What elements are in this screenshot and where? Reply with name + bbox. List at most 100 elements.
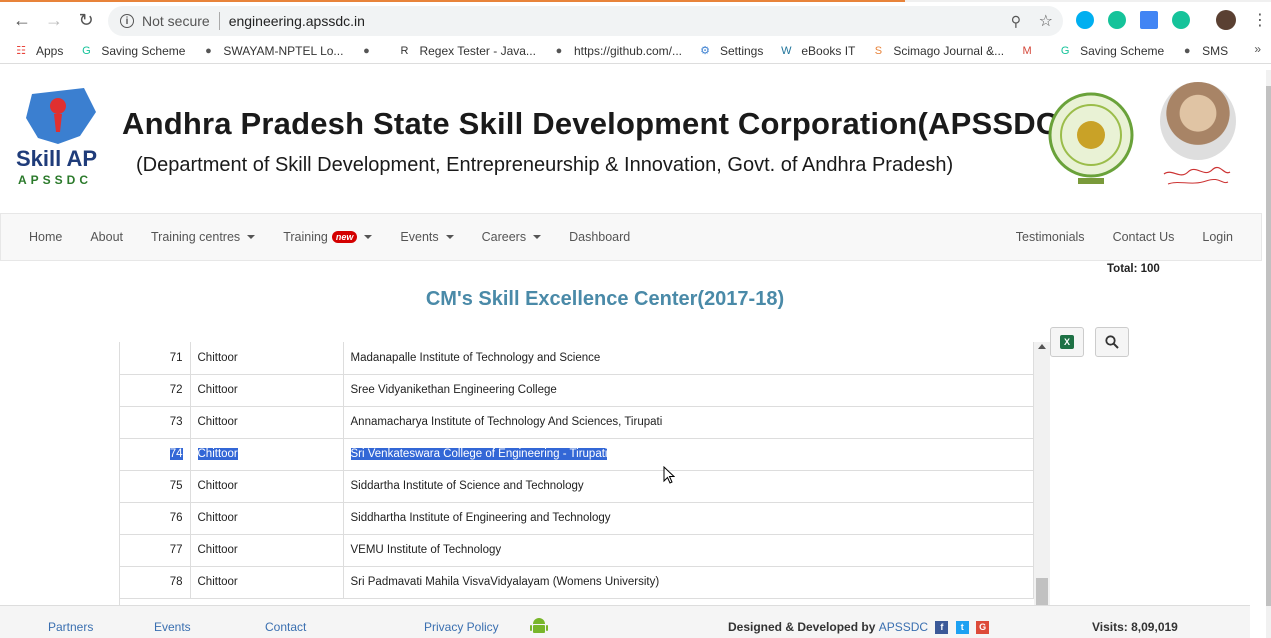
- browser-menu-icon[interactable]: ⋮: [1252, 10, 1268, 30]
- table-row[interactable]: 72 Chittoor Sree Vidyanikethan Engineering…: [120, 374, 1034, 407]
- cell-sno: 71: [120, 342, 191, 375]
- table-row[interactable]: 78 Chittoor Sri Padmavati Mahila VisvaVidy…: [120, 566, 1034, 599]
- nav-item-label: Home: [29, 230, 63, 244]
- url-text[interactable]: engineering.apssdc.in: [229, 13, 365, 29]
- nav-item-label: About: [90, 230, 124, 244]
- search-icon: [1105, 335, 1119, 349]
- google-plus-icon[interactable]: G: [976, 621, 990, 635]
- table-row[interactable]: 75 Chittoor Siddartha Institute of Science…: [120, 470, 1034, 503]
- reload-icon[interactable]: ↻: [70, 4, 102, 36]
- page-scroll-thumb[interactable]: [1266, 86, 1271, 606]
- globe-icon: ●: [205, 44, 212, 57]
- cell-sno: 78: [120, 566, 191, 599]
- designed-brand-link[interactable]: APSSDC: [879, 620, 928, 634]
- grammarly-g-extension-icon[interactable]: [1172, 11, 1190, 29]
- colleges-table-container[interactable]: 71 Chittoor Madanapalle Institute of Techn…: [119, 342, 1050, 608]
- nav-item-label: Training: [283, 230, 328, 244]
- cell-sno: 72: [120, 374, 191, 407]
- bookmark-item[interactable]: ☷ Apps: [14, 44, 63, 58]
- bookmark-star-icon[interactable]: ☆: [1039, 11, 1053, 31]
- profile-avatar[interactable]: [1216, 10, 1236, 30]
- g-icon: G: [82, 44, 91, 57]
- search-button[interactable]: [1095, 327, 1129, 357]
- footer-link-privacy[interactable]: Privacy Policy: [424, 620, 499, 634]
- nav-item-events[interactable]: Events: [386, 214, 467, 260]
- district-text: Chittoor: [197, 448, 238, 460]
- bookmark-item[interactable]: ● SWAYAM-NPTEL Lo...: [201, 44, 343, 58]
- nav-item-careers[interactable]: Careers: [468, 214, 555, 260]
- bookmark-item[interactable]: ●: [359, 44, 381, 58]
- bookmarks-overflow-icon[interactable]: »: [1254, 42, 1261, 56]
- scholar-extension-icon[interactable]: [1140, 11, 1158, 29]
- export-excel-button[interactable]: X: [1050, 327, 1084, 357]
- sno-text: 78: [169, 576, 183, 588]
- site-subtitle: (Department of Skill Development, Entrep…: [136, 154, 954, 176]
- cell-district: Chittoor: [190, 342, 344, 375]
- bookmark-item[interactable]: WeBooks IT: [779, 44, 855, 58]
- table-scroll-thumb[interactable]: [1036, 578, 1048, 608]
- college-text: Sri Padmavati Mahila VisvaVidyalayam (Wo…: [350, 576, 660, 588]
- cell-college: Sree Vidyanikethan Engineering College: [343, 374, 1034, 407]
- zoom-icon[interactable]: ⚲: [1011, 13, 1021, 30]
- nav-item-contact-us[interactable]: Contact Us: [1099, 214, 1189, 260]
- nav-item-training-centres[interactable]: Training centres: [137, 214, 269, 260]
- college-text: Sri Venkateswara College of Engineering …: [350, 448, 608, 460]
- table-row[interactable]: 71 Chittoor Madanapalle Institute of Techn…: [120, 342, 1034, 375]
- bookmark-item[interactable]: ⚙ Settings: [698, 44, 763, 58]
- table-row[interactable]: 73 Chittoor Annamacharya Institute of Tech…: [120, 406, 1034, 439]
- bookmark-item[interactable]: M: [1020, 44, 1042, 58]
- nav-item-login[interactable]: Login: [1188, 214, 1247, 260]
- security-label: Not secure: [142, 13, 210, 29]
- wordpress-icon: W: [781, 44, 792, 57]
- facebook-icon[interactable]: f: [935, 621, 949, 635]
- bookmark-item[interactable]: R Regex Tester - Java...: [397, 44, 535, 58]
- skill-ap-logo[interactable]: Skill AP APSSDC: [14, 84, 104, 188]
- bookmark-item[interactable]: ● https://github.com/...: [552, 44, 682, 58]
- table-row[interactable]: 77 Chittoor VEMU Institute of Technology: [120, 534, 1034, 567]
- nav-item-home[interactable]: Home: [15, 214, 76, 260]
- table-row[interactable]: 76 Chittoor Siddhartha Institute of Engine…: [120, 502, 1034, 535]
- site-header: Skill AP APSSDC Andhra Pradesh State Ski…: [0, 70, 1266, 213]
- back-icon[interactable]: ←: [6, 4, 38, 36]
- nav-item-testimonials[interactable]: Testimonials: [1002, 214, 1099, 260]
- table-row[interactable]: 74 Chittoor Sri Venkateswara College of En…: [120, 438, 1034, 471]
- caret-down-icon: [533, 235, 542, 239]
- scroll-up-arrow-icon[interactable]: [1038, 344, 1046, 349]
- college-text: Siddhartha Institute of Engineering and …: [350, 512, 611, 524]
- bookmark-item[interactable]: G Saving Scheme: [1058, 44, 1164, 58]
- grammarly-extension-icon[interactable]: [1108, 11, 1126, 29]
- nav-item-dashboard[interactable]: Dashboard: [555, 214, 644, 260]
- bookmark-item[interactable]: S Scimago Journal &...: [871, 44, 1004, 58]
- bookmark-item[interactable]: ● SMS: [1180, 44, 1228, 58]
- info-icon[interactable]: i: [120, 14, 134, 28]
- cell-sno: 75: [120, 470, 191, 503]
- cell-district: Chittoor: [190, 534, 344, 567]
- page-scrollbar[interactable]: [1266, 70, 1271, 638]
- bookmark-label: Saving Scheme: [101, 43, 186, 58]
- table-scrollbar[interactable]: [1034, 342, 1050, 608]
- footer-link-events[interactable]: Events: [154, 620, 191, 634]
- nav-item-label: Careers: [481, 230, 527, 244]
- total-count: Total: 100: [1107, 263, 1160, 275]
- address-bar[interactable]: i Not secure engineering.apssdc.in ⚲ ☆: [108, 6, 1063, 36]
- android-app-icon[interactable]: [530, 616, 548, 636]
- nav-item-training[interactable]: Training new: [269, 214, 386, 260]
- skype-extension-icon[interactable]: [1076, 11, 1094, 29]
- nav-item-about[interactable]: About: [76, 214, 137, 260]
- sno-text: 75: [169, 480, 183, 492]
- twitter-icon[interactable]: t: [955, 621, 969, 635]
- cell-district: Chittoor: [190, 566, 344, 599]
- bookmark-item[interactable]: G Saving Scheme: [79, 44, 185, 58]
- cell-district: Chittoor: [190, 470, 344, 503]
- page-content: Skill AP APSSDC Andhra Pradesh State Ski…: [0, 70, 1266, 638]
- bookmark-label: https://github.com/...: [573, 43, 682, 58]
- forward-icon[interactable]: →: [38, 4, 70, 36]
- footer-link-contact[interactable]: Contact: [265, 620, 306, 634]
- footer-link-partners[interactable]: Partners: [48, 620, 93, 634]
- bookmark-label: Apps: [36, 43, 64, 58]
- sno-text: 71: [169, 351, 183, 364]
- cell-college: Siddhartha Institute of Engineering and …: [343, 502, 1034, 535]
- sno-text: 77: [169, 544, 183, 556]
- cell-district: Chittoor: [190, 374, 344, 407]
- district-text: Chittoor: [197, 544, 238, 556]
